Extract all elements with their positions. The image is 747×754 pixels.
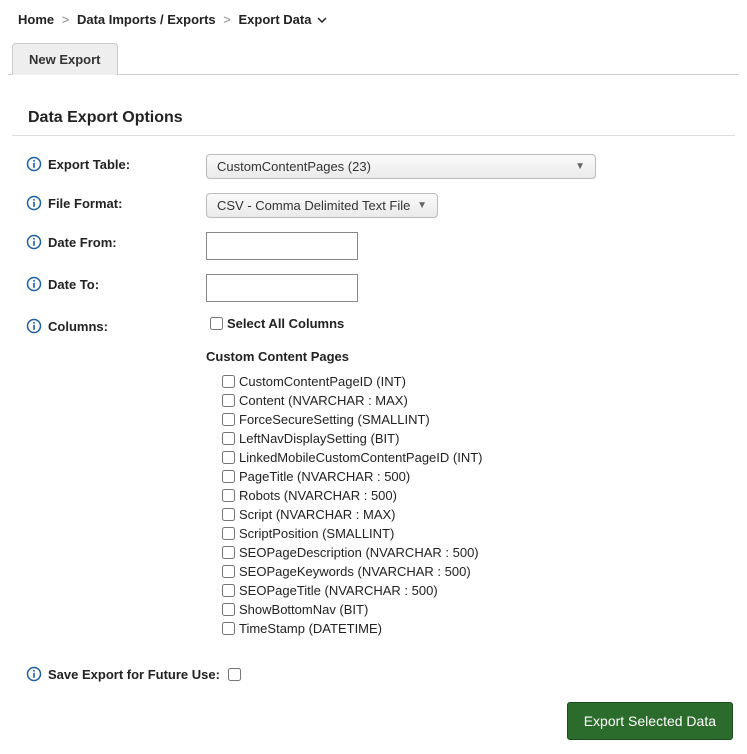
column-label: TimeStamp (DATETIME) [239,621,382,636]
breadcrumb-mid[interactable]: Data Imports / Exports [77,12,216,27]
row-columns: Columns: Select All Columns Custom Conte… [26,316,739,640]
column-label: ScriptPosition (SMALLINT) [239,526,394,541]
column-label: PageTitle (NVARCHAR : 500) [239,469,410,484]
column-checkbox[interactable] [222,527,235,540]
save-export-checkbox[interactable] [228,668,241,681]
column-label: CustomContentPageID (INT) [239,374,406,389]
column-row: Script (NVARCHAR : MAX) [222,507,739,522]
save-export-label: Save Export for Future Use: [48,667,220,682]
file-format-select[interactable]: CSV - Comma Delimited Text File ▼ [206,193,438,218]
select-all-row: Select All Columns [210,316,739,331]
column-checkbox[interactable] [222,489,235,502]
column-label: ForceSecureSetting (SMALLINT) [239,412,430,427]
dropdown-arrow-icon: ▼ [575,161,585,172]
select-all-checkbox[interactable] [210,317,223,330]
column-checkbox[interactable] [222,565,235,578]
tab-bar: New Export [8,42,739,75]
column-checkbox[interactable] [222,546,235,559]
column-label: SEOPageKeywords (NVARCHAR : 500) [239,564,471,579]
breadcrumb: Home > Data Imports / Exports > Export D… [8,12,739,36]
column-row: ShowBottomNav (BIT) [222,602,739,617]
export-table-label: Export Table: [48,157,130,172]
column-checkbox[interactable] [222,508,235,521]
date-from-input[interactable] [206,232,358,260]
info-icon[interactable] [26,318,42,334]
column-label: ShowBottomNav (BIT) [239,602,368,617]
breadcrumb-separator: > [223,12,231,27]
info-icon[interactable] [26,156,42,172]
column-row: CustomContentPageID (INT) [222,374,739,389]
select-all-label: Select All Columns [227,316,344,331]
row-date-from: Date From: [26,232,739,260]
export-table-select[interactable]: CustomContentPages (23) ▼ [206,154,596,179]
date-to-label: Date To: [48,277,99,292]
row-date-to: Date To: [26,274,739,302]
column-group-title: Custom Content Pages [206,349,739,364]
column-label: Robots (NVARCHAR : 500) [239,488,397,503]
column-row: SEOPageKeywords (NVARCHAR : 500) [222,564,739,579]
breadcrumb-separator: > [62,12,70,27]
date-to-input[interactable] [206,274,358,302]
export-button[interactable]: Export Selected Data [567,702,733,740]
column-label: SEOPageTitle (NVARCHAR : 500) [239,583,438,598]
row-save-export: Save Export for Future Use: [26,666,739,682]
file-format-label: File Format: [48,196,122,211]
section-title: Data Export Options [28,109,739,127]
dropdown-arrow-icon: ▼ [417,200,427,211]
info-icon[interactable] [26,234,42,250]
column-checkbox[interactable] [222,622,235,635]
divider [12,135,735,136]
column-checkbox[interactable] [222,375,235,388]
tab-new-export[interactable]: New Export [12,43,118,75]
column-checkbox[interactable] [222,603,235,616]
breadcrumb-current[interactable]: Export Data [239,12,328,27]
date-from-label: Date From: [48,235,117,250]
column-checkbox[interactable] [222,394,235,407]
breadcrumb-home[interactable]: Home [18,12,54,27]
column-row: ForceSecureSetting (SMALLINT) [222,412,739,427]
breadcrumb-current-label: Export Data [239,12,312,27]
columns-label: Columns: [48,319,108,334]
column-row: LinkedMobileCustomContentPageID (INT) [222,450,739,465]
column-row: SEOPageDescription (NVARCHAR : 500) [222,545,739,560]
column-label: Content (NVARCHAR : MAX) [239,393,408,408]
row-export-table: Export Table: CustomContentPages (23) ▼ [26,154,739,179]
column-label: LeftNavDisplaySetting (BIT) [239,431,399,446]
info-icon[interactable] [26,276,42,292]
column-row: SEOPageTitle (NVARCHAR : 500) [222,583,739,598]
column-label: LinkedMobileCustomContentPageID (INT) [239,450,483,465]
column-row: ScriptPosition (SMALLINT) [222,526,739,541]
column-row: PageTitle (NVARCHAR : 500) [222,469,739,484]
chevron-down-icon [317,13,327,28]
info-icon[interactable] [26,195,42,211]
export-table-value: CustomContentPages (23) [217,159,371,174]
column-checkbox[interactable] [222,470,235,483]
column-checkbox[interactable] [222,432,235,445]
column-row: TimeStamp (DATETIME) [222,621,739,636]
row-file-format: File Format: CSV - Comma Delimited Text … [26,193,739,218]
column-checkbox[interactable] [222,451,235,464]
column-row: LeftNavDisplaySetting (BIT) [222,431,739,446]
file-format-value: CSV - Comma Delimited Text File [217,198,410,213]
column-label: SEOPageDescription (NVARCHAR : 500) [239,545,479,560]
column-label: Script (NVARCHAR : MAX) [239,507,396,522]
export-form: Export Table: CustomContentPages (23) ▼ … [26,154,739,640]
column-checkbox[interactable] [222,413,235,426]
column-row: Content (NVARCHAR : MAX) [222,393,739,408]
info-icon[interactable] [26,666,42,682]
column-list: CustomContentPageID (INT) Content (NVARCH… [222,374,739,636]
column-row: Robots (NVARCHAR : 500) [222,488,739,503]
column-checkbox[interactable] [222,584,235,597]
